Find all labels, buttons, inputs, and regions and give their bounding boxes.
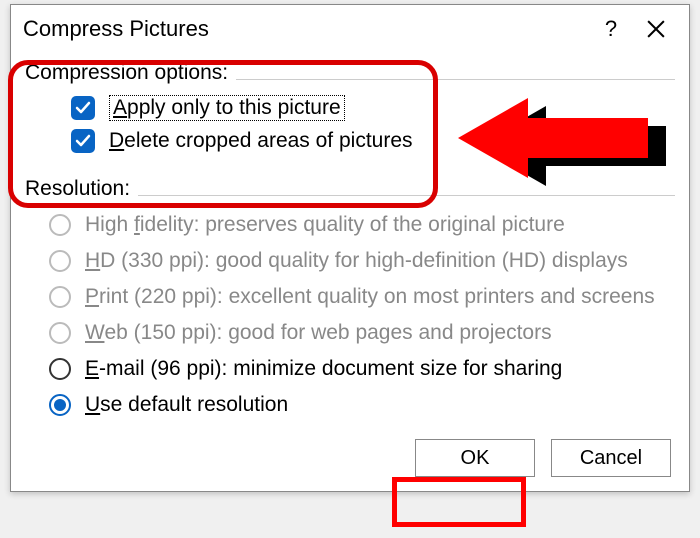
help-icon[interactable]: ? <box>591 16 631 42</box>
cancel-button[interactable]: Cancel <box>551 439 671 477</box>
resolution-radio-4[interactable] <box>49 358 71 380</box>
resolution-option-1: HD (330 ppi): good quality for high-defi… <box>25 243 675 279</box>
resolution-option-label-2: Print (220 ppi): excellent quality on mo… <box>85 285 655 309</box>
resolution-option-4[interactable]: E-mail (96 ppi): minimize document size … <box>25 351 675 387</box>
resolution-radio-3 <box>49 322 71 344</box>
titlebar: Compress Pictures ? <box>11 5 689 53</box>
apply-only-row[interactable]: Apply only to this picture <box>25 91 675 125</box>
button-row: OK Cancel <box>11 427 689 491</box>
compress-pictures-dialog: Compress Pictures ? Compression options:… <box>10 4 690 492</box>
resolution-label: Resolution: <box>25 177 130 201</box>
apply-only-checkbox[interactable] <box>71 96 95 120</box>
compression-options-label: Compression options: <box>25 61 228 85</box>
delete-cropped-checkbox[interactable] <box>71 129 95 153</box>
resolution-option-label-5: Use default resolution <box>85 393 288 417</box>
resolution-radio-0 <box>49 214 71 236</box>
resolution-radio-2 <box>49 286 71 308</box>
resolution-radio-1 <box>49 250 71 272</box>
close-icon[interactable] <box>631 9 681 49</box>
resolution-option-label-4: E-mail (96 ppi): minimize document size … <box>85 357 562 381</box>
resolution-option-label-3: Web (150 ppi): good for web pages and pr… <box>85 321 552 345</box>
resolution-option-0: High fidelity: preserves quality of the … <box>25 207 675 243</box>
resolution-option-label-1: HD (330 ppi): good quality for high-defi… <box>85 249 628 273</box>
dialog-title: Compress Pictures <box>23 16 591 42</box>
ok-button[interactable]: OK <box>415 439 535 477</box>
compression-options-section: Compression options: Apply only to this … <box>11 53 689 161</box>
resolution-option-5[interactable]: Use default resolution <box>25 387 675 423</box>
resolution-option-3: Web (150 ppi): good for web pages and pr… <box>25 315 675 351</box>
resolution-option-label-0: High fidelity: preserves quality of the … <box>85 213 565 237</box>
delete-cropped-label: Delete cropped areas of pictures <box>109 129 413 153</box>
delete-cropped-row[interactable]: Delete cropped areas of pictures <box>25 125 675 157</box>
resolution-option-2: Print (220 ppi): excellent quality on mo… <box>25 279 675 315</box>
resolution-section: Resolution: High fidelity: preserves qua… <box>11 161 689 427</box>
apply-only-label: Apply only to this picture <box>109 95 345 121</box>
resolution-radio-5[interactable] <box>49 394 71 416</box>
